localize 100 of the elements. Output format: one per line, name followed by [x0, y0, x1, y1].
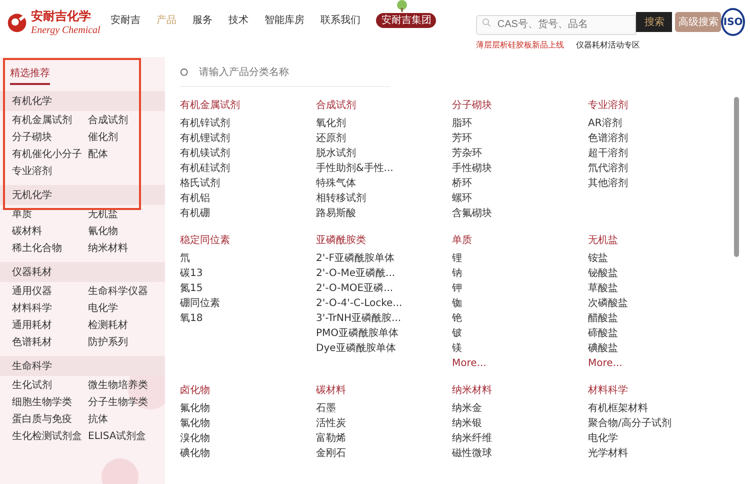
category-item[interactable]: 纳米纤维	[452, 431, 588, 446]
sidebar-item[interactable]: 稀土化合物	[12, 241, 88, 256]
more-link[interactable]: More...	[588, 356, 724, 371]
category-item[interactable]: 有机框架材料	[588, 401, 724, 416]
category-item[interactable]: AR溶剂	[588, 116, 724, 131]
sidebar-item[interactable]: 细胞生物学类	[12, 395, 88, 410]
category-heading[interactable]: 稳定同位素	[180, 234, 316, 248]
category-item[interactable]: 3'-TrNH亚磷酰胺...	[316, 311, 452, 326]
nav-link[interactable]: 安耐吉	[110, 13, 140, 27]
category-heading[interactable]: 亚磷酰胺类	[316, 234, 452, 248]
category-item[interactable]: 富勒烯	[316, 431, 452, 446]
category-item[interactable]: 碘化物	[180, 446, 316, 461]
category-item[interactable]: 铵盐	[588, 251, 724, 266]
scrollbar-thumb[interactable]	[734, 97, 739, 257]
category-item[interactable]: 纳米银	[452, 416, 588, 431]
category-item[interactable]: 氘代溶剂	[588, 161, 724, 176]
category-item[interactable]: 氧18	[180, 311, 316, 326]
category-item[interactable]: 次磷酸盐	[588, 296, 724, 311]
sidebar-item[interactable]: 微生物培养类	[88, 378, 153, 393]
category-item[interactable]: 有机锂试剂	[180, 131, 316, 146]
category-item[interactable]: 氧化剂	[316, 116, 452, 131]
category-item[interactable]: 碲酸盐	[588, 326, 724, 341]
sidebar-item[interactable]: 纳米材料	[88, 241, 153, 256]
category-heading[interactable]: 分子砌块	[452, 99, 588, 113]
category-item[interactable]: 2'-O-Me亚磷酰...	[316, 266, 452, 281]
category-heading[interactable]: 纳米材料	[452, 384, 588, 398]
category-item[interactable]: 锂	[452, 251, 588, 266]
sidebar-item[interactable]: 抗体	[88, 412, 153, 427]
category-heading[interactable]: 材料科学	[588, 384, 724, 398]
category-item[interactable]: 特殊气体	[316, 176, 452, 191]
sidebar-item[interactable]: 通用仪器	[12, 284, 88, 299]
category-item[interactable]: 色谱溶剂	[588, 131, 724, 146]
category-item[interactable]: 有机锌试剂	[180, 116, 316, 131]
category-heading[interactable]: 碳材料	[316, 384, 452, 398]
sidebar-item[interactable]: 合成试剂	[88, 113, 153, 128]
category-item[interactable]: 钠	[452, 266, 588, 281]
category-item[interactable]: 铷	[452, 296, 588, 311]
nav-link[interactable]: 服务	[192, 13, 212, 27]
sidebar-item[interactable]: 碳材料	[12, 224, 88, 239]
category-item[interactable]: 螺环	[452, 191, 588, 206]
category-item[interactable]: Dye亚磷酰胺单体	[316, 341, 452, 356]
category-item[interactable]: 芳杂环	[452, 146, 588, 161]
category-item[interactable]: 氟化物	[180, 401, 316, 416]
search-button[interactable]: 搜索	[636, 12, 672, 32]
category-item[interactable]: 光学材料	[588, 446, 724, 461]
sidebar-item[interactable]: 防护系列	[88, 335, 153, 350]
category-item[interactable]: 硼同位素	[180, 296, 316, 311]
category-item[interactable]: 芳环	[452, 131, 588, 146]
category-item[interactable]: 2'-O-MOE亚磷...	[316, 281, 452, 296]
category-item[interactable]: 碳13	[180, 266, 316, 281]
category-item[interactable]: 有机硼	[180, 206, 316, 221]
category-item[interactable]: 脱水试剂	[316, 146, 452, 161]
sidebar-item[interactable]: 分子砌块	[12, 130, 88, 145]
sidebar-item[interactable]: 有机催化小分子	[12, 147, 88, 162]
category-item[interactable]: 手性助剂&手性...	[316, 161, 452, 176]
sidebar-item[interactable]: 配体	[88, 147, 153, 162]
promo-link[interactable]: 薄层层析硅胶板新品上线	[476, 38, 564, 50]
sidebar-title[interactable]: 精选推荐	[10, 66, 50, 85]
sidebar-item[interactable]: 色谱耗材	[12, 335, 88, 350]
sidebar-item[interactable]: 有机金属试剂	[12, 113, 88, 128]
category-item[interactable]: 氘	[180, 251, 316, 266]
category-item[interactable]: 铍	[452, 326, 588, 341]
category-item[interactable]: 有机硅试剂	[180, 161, 316, 176]
nav-link[interactable]: 技术	[228, 13, 248, 27]
category-item[interactable]: 石墨	[316, 401, 452, 416]
sidebar-item[interactable]: 催化剂	[88, 130, 153, 145]
category-item[interactable]: 聚合物/高分子试剂	[588, 416, 724, 431]
nav-link[interactable]: 联系我们	[320, 13, 360, 27]
sidebar-item[interactable]: 氰化物	[88, 224, 153, 239]
category-item[interactable]: 磁性微球	[452, 446, 588, 461]
category-item[interactable]: 碘酸盐	[588, 341, 724, 356]
category-item[interactable]: 还原剂	[316, 131, 452, 146]
category-item[interactable]: 铋酸盐	[588, 266, 724, 281]
category-item[interactable]: 纳米金	[452, 401, 588, 416]
category-item[interactable]: 醋酸盐	[588, 311, 724, 326]
sidebar-item[interactable]: ELISA试剂盒	[88, 429, 153, 444]
nav-link[interactable]: 智能库房	[264, 13, 304, 27]
sidebar-item[interactable]: 通用耗材	[12, 318, 88, 333]
sidebar-item[interactable]: 电化学	[88, 301, 153, 316]
category-item[interactable]: 活性炭	[316, 416, 452, 431]
search-field[interactable]: CAS号、货号、品名	[476, 14, 636, 34]
category-item[interactable]: 超干溶剂	[588, 146, 724, 161]
category-item[interactable]: 电化学	[588, 431, 724, 446]
category-heading[interactable]: 无机盐	[588, 234, 724, 248]
category-item[interactable]: 有机铝	[180, 191, 316, 206]
category-heading[interactable]: 有机金属试剂	[180, 99, 316, 113]
category-item[interactable]: 氮15	[180, 281, 316, 296]
sidebar-item[interactable]: 生化检测试剂盒	[12, 429, 88, 444]
sidebar-item[interactable]: 检测耗材	[88, 318, 153, 333]
category-item[interactable]: 相转移试剂	[316, 191, 452, 206]
more-link[interactable]: More...	[452, 356, 588, 371]
category-item[interactable]: 脂环	[452, 116, 588, 131]
category-item[interactable]: 铯	[452, 311, 588, 326]
sidebar-item[interactable]: 专业溶剂	[12, 164, 88, 179]
category-item[interactable]: 手性砌块	[452, 161, 588, 176]
group-badge[interactable]: 安耐吉集团	[376, 13, 436, 28]
sidebar-item[interactable]: 分子生物学类	[88, 395, 153, 410]
sidebar-item[interactable]: 生化试剂	[12, 378, 88, 393]
category-heading[interactable]: 卤化物	[180, 384, 316, 398]
promo-link[interactable]: 仪器耗材活动专区	[576, 38, 640, 50]
